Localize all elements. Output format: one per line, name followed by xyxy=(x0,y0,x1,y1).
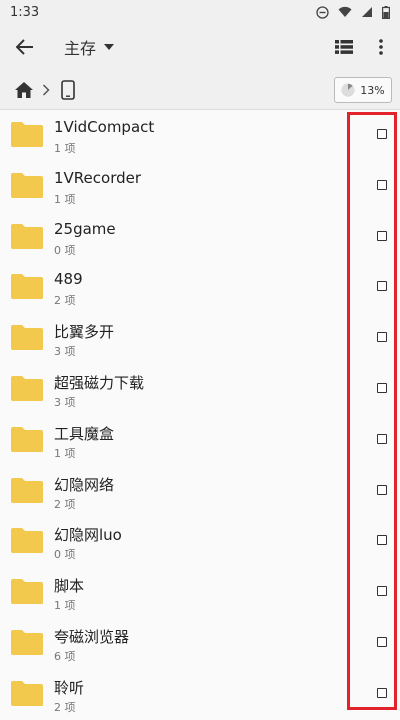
status-bar: 1:33 xyxy=(0,0,400,24)
folder-icon xyxy=(11,325,43,351)
list-view-icon xyxy=(335,40,353,54)
chevron-right-icon xyxy=(40,78,52,102)
select-checkbox[interactable] xyxy=(377,687,387,698)
file-name: 聆听 xyxy=(54,678,85,697)
list-view-button[interactable] xyxy=(326,24,362,70)
phone-icon xyxy=(61,79,75,100)
list-item[interactable]: 超强磁力下载 3 项 xyxy=(0,364,400,415)
select-checkbox[interactable] xyxy=(377,230,387,241)
file-item-count: 2 项 xyxy=(54,497,76,511)
file-name: 25game xyxy=(54,219,116,238)
file-list: 1VidCompact 1 项 1VRecorder 1 项 25game 0 项 489 2… xyxy=(0,110,400,720)
file-name: 比翼多开 xyxy=(54,323,115,342)
file-item-count: 3 项 xyxy=(54,395,76,409)
status-time: 1:33 xyxy=(10,4,40,20)
list-item[interactable]: 工具魔盒 1 项 xyxy=(0,415,400,466)
select-checkbox[interactable] xyxy=(377,535,387,546)
select-checkbox[interactable] xyxy=(377,281,387,292)
do-not-disturb-icon xyxy=(316,5,329,19)
file-name: 幻隐网络 xyxy=(54,475,115,494)
file-name: 工具魔盒 xyxy=(54,424,115,443)
file-item-count: 1 项 xyxy=(54,142,76,155)
file-item-count: 3 项 xyxy=(54,345,76,359)
folder-icon xyxy=(11,579,43,605)
wifi-icon xyxy=(338,6,352,18)
list-item[interactable]: 幻隐网络 2 项 xyxy=(0,466,400,517)
list-item[interactable]: 25game 0 项 xyxy=(0,212,400,263)
select-checkbox[interactable] xyxy=(377,636,387,647)
breadcrumb-device[interactable] xyxy=(58,78,78,102)
file-name: 489 xyxy=(54,270,83,289)
file-item-count: 0 项 xyxy=(54,548,76,562)
file-item-count: 1 项 xyxy=(54,192,76,206)
list-item[interactable]: 1VRecorder 1 项 xyxy=(0,161,400,212)
app-bar: 主存 xyxy=(0,24,400,70)
file-item-count: 1 项 xyxy=(54,446,76,460)
back-button[interactable] xyxy=(0,24,50,70)
battery-icon xyxy=(382,5,390,19)
select-checkbox[interactable] xyxy=(377,179,387,190)
list-item[interactable]: 489 2 项 xyxy=(0,262,400,313)
list-item[interactable]: 夸磁浏览器 6 项 xyxy=(0,618,400,669)
select-checkbox[interactable] xyxy=(377,332,387,343)
select-checkbox[interactable] xyxy=(377,433,387,444)
breadcrumb-home[interactable] xyxy=(12,78,36,102)
file-item-count: 6 项 xyxy=(54,649,76,663)
select-checkbox[interactable] xyxy=(377,484,387,495)
cellular-signal-icon xyxy=(361,6,373,18)
select-checkbox[interactable] xyxy=(377,586,387,597)
file-item-count: 1 项 xyxy=(54,599,76,613)
select-checkbox[interactable] xyxy=(377,382,387,393)
home-icon xyxy=(15,81,33,98)
file-name: 1VidCompact xyxy=(54,118,155,136)
file-name: 夸磁浏览器 xyxy=(54,627,130,646)
folder-icon xyxy=(11,680,43,706)
file-item-count: 2 项 xyxy=(54,700,76,714)
folder-icon xyxy=(11,122,43,147)
status-icons xyxy=(316,5,390,19)
list-item[interactable]: 脚本 1 项 xyxy=(0,567,400,618)
breadcrumb: 13% xyxy=(0,70,400,110)
back-arrow-icon xyxy=(16,39,33,55)
list-item[interactable]: 1VidCompact 1 项 xyxy=(0,110,400,161)
folder-icon xyxy=(11,477,43,503)
folder-icon xyxy=(11,629,43,655)
file-name: 脚本 xyxy=(54,577,85,596)
folder-icon xyxy=(11,426,43,452)
dropdown-caret-icon xyxy=(104,44,115,50)
storage-usage-button[interactable]: 13% xyxy=(334,77,392,103)
file-name: 超强磁力下载 xyxy=(54,373,145,392)
file-name: 幻隐网luo xyxy=(54,526,122,545)
folder-icon xyxy=(11,172,43,198)
file-name: 1VRecorder xyxy=(54,168,142,187)
folder-icon xyxy=(11,274,43,300)
storage-percent: 13% xyxy=(360,83,385,97)
storage-selector[interactable]: 主存 xyxy=(64,35,326,59)
storage-pie-icon xyxy=(341,83,355,97)
list-item[interactable]: 比翼多开 3 项 xyxy=(0,313,400,364)
folder-icon xyxy=(11,528,43,554)
file-item-count: 0 项 xyxy=(54,243,76,257)
select-checkbox[interactable] xyxy=(377,129,387,139)
more-vertical-icon xyxy=(379,39,383,55)
folder-icon xyxy=(11,223,43,249)
folder-icon xyxy=(11,375,43,401)
file-item-count: 2 项 xyxy=(54,294,76,308)
page-title: 主存 xyxy=(64,39,97,58)
list-item[interactable]: 幻隐网luo 0 项 xyxy=(0,516,400,567)
more-options-button[interactable] xyxy=(366,24,396,70)
